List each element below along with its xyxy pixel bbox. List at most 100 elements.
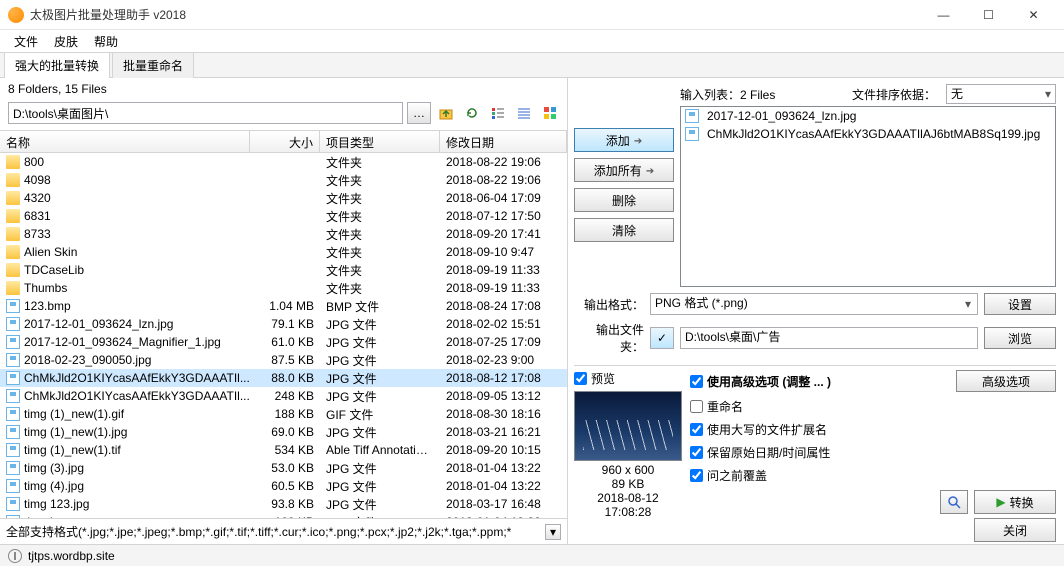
table-row[interactable]: 4098文件夹2018-08-22 19:06 [0,171,567,189]
formats-dropdown-icon[interactable]: ▾ [545,524,561,540]
table-row[interactable]: 800文件夹2018-08-22 19:06 [0,153,567,171]
formats-footer: 全部支持格式(*.jpg;*.jpe;*.jpeg;*.bmp;*.gif;*.… [0,518,567,544]
file-icon [6,353,20,367]
folder-icon [6,173,20,187]
use-advanced-checkbox[interactable] [690,375,703,388]
globe-icon [8,549,22,563]
file-icon [6,371,20,385]
arrow-right-icon [646,163,654,177]
table-row[interactable]: 8733文件夹2018-09-20 17:41 [0,225,567,243]
file-icon [6,335,20,349]
table-row[interactable]: ChMkJld2O1KIYcasAAfEkkY3GDAAATIl...88.0 … [0,369,567,387]
table-row[interactable]: 4320文件夹2018-06-04 17:09 [0,189,567,207]
app-icon [8,7,24,23]
uppercase-ext-label: 使用大写的文件扩展名 [707,421,827,438]
sort-combo[interactable]: 无 [946,84,1056,104]
table-row[interactable]: Alien Skin文件夹2018-09-10 9:47 [0,243,567,261]
table-row[interactable]: ChMkJld2O1KIYcasAAfEkkY3GDAAATIl...248 K… [0,387,567,405]
table-row[interactable]: 123.bmp1.04 MBBMP 文件2018-08-24 17:08 [0,297,567,315]
statusbar: tjtps.wordbp.site [0,544,1064,566]
uppercase-ext-checkbox[interactable] [690,423,703,436]
close-panel-button[interactable]: 关闭 [974,518,1056,542]
keep-datetime-checkbox[interactable] [690,446,703,459]
menubar: 文件 皮肤 帮助 [0,30,1064,52]
preview-image [574,391,682,461]
tab-batch-rename[interactable]: 批量重命名 [112,52,194,78]
view-list-icon[interactable] [487,102,509,124]
minimize-button[interactable]: — [921,0,966,30]
file-icon [6,425,20,439]
add-button[interactable]: 添加 [574,128,674,152]
view-thumbs-icon[interactable] [539,102,561,124]
table-row[interactable]: timg (1)_new(1).tif534 KBAble Tiff Annot… [0,441,567,459]
output-folder-label: 输出文件夹： [574,321,644,355]
table-row[interactable]: timg (1)_new(1).gif188 KBGIF 文件2018-08-3… [0,405,567,423]
preview-checkbox[interactable] [574,372,587,385]
menu-file[interactable]: 文件 [6,31,46,52]
view-details-icon[interactable] [513,102,535,124]
status-site[interactable]: tjtps.wordbp.site [28,549,115,563]
table-row[interactable]: 2018-02-23_090050.jpg87.5 KBJPG 文件2018-0… [0,351,567,369]
table-row[interactable]: Thumbs文件夹2018-09-19 11:33 [0,279,567,297]
list-item[interactable]: 2017-12-01_093624_lzn.jpg [681,107,1055,125]
keep-datetime-label: 保留原始日期/时间属性 [707,444,830,461]
table-row[interactable]: 2017-12-01_093624_Magnifier_1.jpg61.0 KB… [0,333,567,351]
arrow-right-icon [634,133,642,147]
folder-icon [6,209,20,223]
ask-overwrite-label: 问之前覆盖 [707,467,767,484]
clear-button[interactable]: 清除 [574,218,674,242]
file-icon [6,317,20,331]
maximize-button[interactable]: ☐ [966,0,1011,30]
table-row[interactable]: TDCaseLib文件夹2018-09-19 11:33 [0,261,567,279]
right-pane: 添加 添加所有 删除 清除 输入列表：2 Files 文件排序依据： 无 201… [568,78,1064,544]
table-row[interactable]: timg (4).jpg60.5 KBJPG 文件2018-01-04 13:2… [0,477,567,495]
output-format-label: 输出格式： [574,296,644,313]
tab-batch-convert[interactable]: 强大的批量转换 [4,52,110,78]
settings-button[interactable]: 设置 [984,293,1056,315]
refresh-icon[interactable] [461,102,483,124]
table-row[interactable]: timg (3).jpg53.0 KBJPG 文件2018-01-04 13:2… [0,459,567,477]
folder-up-icon[interactable] [435,102,457,124]
folder-icon [6,281,20,295]
folder-icon [6,191,20,205]
file-icon [6,479,20,493]
list-item[interactable]: ChMkJld2O1KIYcasAAfEkkY3GDAAATIlAJ6btMAB… [681,125,1055,143]
add-buttons-group: 添加 添加所有 删除 清除 [574,82,674,287]
folder-icon [6,227,20,241]
menu-help[interactable]: 帮助 [86,31,126,52]
delete-button[interactable]: 删除 [574,188,674,212]
output-folder-check-icon[interactable]: ✓ [650,327,674,349]
menu-skin[interactable]: 皮肤 [46,31,86,52]
sort-label: 文件排序依据： [852,86,936,103]
input-list-panel: 输入列表：2 Files 文件排序依据： 无 2017-12-01_093624… [680,82,1056,287]
file-table-body[interactable]: 800文件夹2018-08-22 19:064098文件夹2018-08-22 … [0,153,567,518]
advanced-button[interactable]: 高级选项 [956,370,1056,392]
input-list[interactable]: 2017-12-01_093624_lzn.jpgChMkJld2O1KIYca… [680,106,1056,287]
tabbar: 强大的批量转换 批量重命名 [0,52,1064,78]
col-date[interactable]: 修改日期 [440,131,567,152]
preview-label: 预览 [591,370,615,387]
close-button[interactable]: ✕ [1011,0,1056,30]
left-pane: 8 Folders, 15 Files … 名称 大小 项目类型 修改日期 80… [0,78,568,544]
rename-checkbox[interactable] [690,400,703,413]
table-row[interactable]: 6831文件夹2018-07-12 17:50 [0,207,567,225]
add-all-button[interactable]: 添加所有 [574,158,674,182]
convert-button[interactable]: ▶转换 [974,490,1056,514]
table-row[interactable]: timg 123.jpg93.8 KBJPG 文件2018-03-17 16:4… [0,495,567,513]
path-browse-button[interactable]: … [407,102,431,124]
col-name[interactable]: 名称 [0,131,250,152]
col-type[interactable]: 项目类型 [320,131,440,152]
preview-panel: 预览 960 x 600 89 KB 2018-08-12 17:08:28 [574,370,682,542]
preview-zoom-icon[interactable] [940,490,968,514]
output-format-combo[interactable]: PNG 格式 (*.png) [650,293,978,315]
file-icon [6,461,20,475]
table-row[interactable]: timg (1)_new(1).jpg69.0 KBJPG 文件2018-03-… [0,423,567,441]
file-table-header: 名称 大小 项目类型 修改日期 [0,131,567,153]
path-input[interactable] [8,102,403,124]
table-row[interactable]: 2017-12-01_093624_lzn.jpg79.1 KBJPG 文件20… [0,315,567,333]
output-folder-input[interactable]: D:\tools\桌面\广告 [680,327,978,349]
col-size[interactable]: 大小 [250,131,320,152]
browse-button[interactable]: 浏览 [984,327,1056,349]
input-list-label: 输入列表：2 Files [680,86,775,103]
ask-overwrite-checkbox[interactable] [690,469,703,482]
